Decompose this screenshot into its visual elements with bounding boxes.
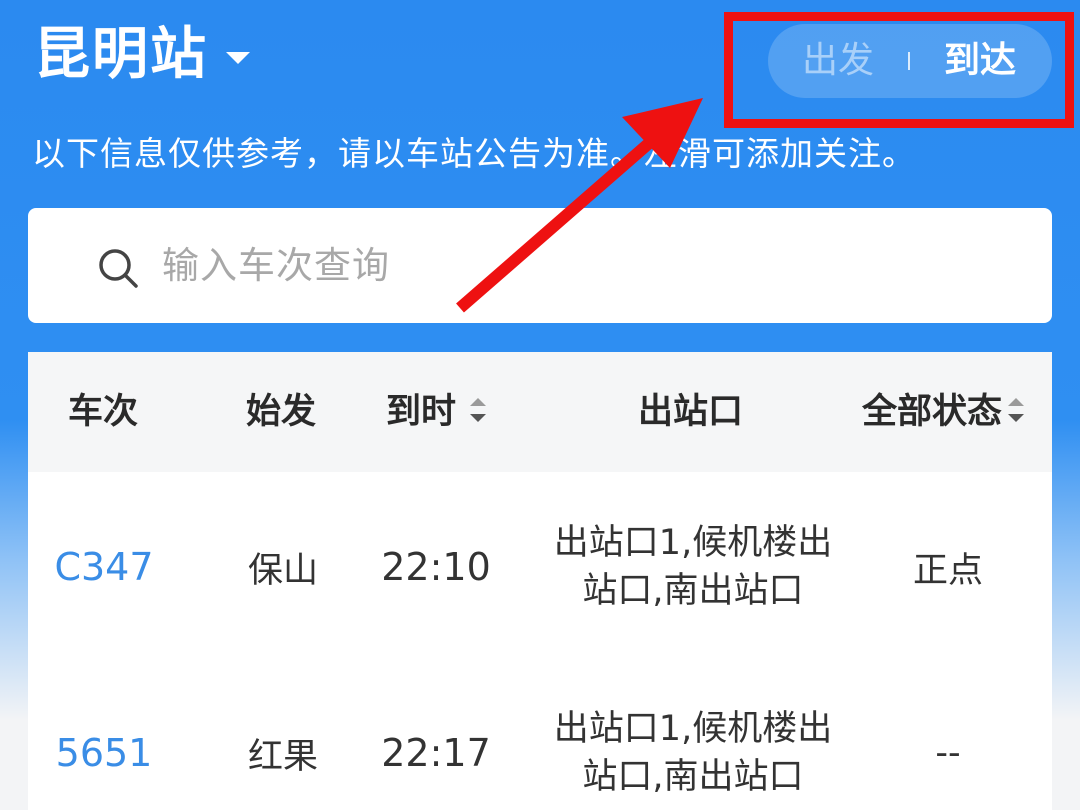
caret-down-icon [226, 52, 250, 64]
column-exit: 出站口 [638, 392, 744, 432]
status: 正点 [912, 550, 983, 591]
origin-station: 红果 [247, 736, 318, 777]
table-row[interactable]: 5651 红果 22:17 出站口1,候机楼出站口,南出站口 -- [28, 660, 1052, 810]
arrival-time: 22:17 [381, 731, 491, 775]
column-status-label: 全部状态 [862, 392, 1003, 432]
exit-gate-text: 出站口1,候机楼出站口,南出站口 [553, 709, 833, 797]
train-number[interactable]: C347 [28, 474, 180, 660]
sort-icon [1008, 398, 1025, 422]
exit-gate: 出站口1,候机楼出站口,南出站口 [538, 474, 848, 660]
column-train: 车次 [68, 392, 139, 432]
train-number[interactable]: 5651 [28, 660, 180, 810]
column-arrival-time-label: 到时 [386, 392, 457, 432]
header: 昆明站 出发 到达 以下信息仅供参考，请以车站公告为准。左滑可添加关注。 [0, 0, 1080, 200]
arrival-time: 22:10 [381, 545, 491, 589]
table-header: 车次 始发 到时 出站口 全部状态 [28, 352, 1052, 472]
exit-gate-text: 出站口1,候机楼出站口,南出站口 [553, 523, 833, 611]
notice-text: 以下信息仅供参考，请以车站公告为准。左滑可添加关注。 [32, 134, 916, 173]
search-input[interactable]: 输入车次查询 [162, 238, 390, 294]
exit-gate: 出站口1,候机楼出站口,南出站口 [538, 660, 848, 810]
search-box[interactable]: 输入车次查询 [28, 208, 1052, 323]
column-status[interactable]: 全部状态 [862, 352, 1025, 472]
annotation-highlight-box [724, 12, 1074, 128]
column-origin: 始发 [246, 392, 317, 432]
station-selector[interactable]: 昆明站 [34, 20, 250, 90]
column-arrival-time[interactable]: 到时 [386, 352, 487, 472]
sort-icon [470, 398, 487, 422]
table-row[interactable]: C347 保山 22:10 出站口1,候机楼出站口,南出站口 正点 [28, 474, 1052, 660]
status: -- [935, 733, 961, 773]
arrival-table: 车次 始发 到时 出站口 全部状态 C347 保山 22:10 出站口1,候机楼… [28, 352, 1052, 810]
origin-station: 保山 [247, 550, 318, 591]
station-name: 昆明站 [34, 22, 208, 87]
search-icon [99, 249, 138, 288]
